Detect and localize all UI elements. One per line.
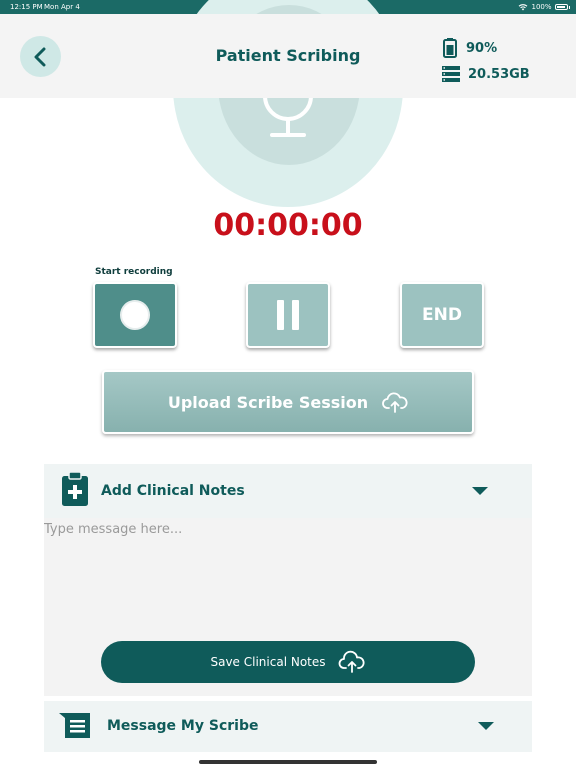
chevron-down-icon[interactable]: [472, 487, 488, 495]
pause-icon: [277, 300, 299, 330]
status-date: Mon Apr 4: [44, 3, 80, 11]
message-list-icon: [59, 713, 90, 738]
clinical-notes-title: Add Clinical Notes: [101, 483, 245, 499]
clinical-notes-input[interactable]: [44, 520, 532, 640]
status-battery-text: 100%: [531, 3, 552, 11]
record-icon: [120, 300, 150, 330]
storage-value: 20.53GB: [468, 66, 530, 82]
message-my-scribe-header[interactable]: Message My Scribe: [44, 701, 532, 752]
upload-scribe-session-button[interactable]: Upload Scribe Session: [102, 370, 474, 434]
end-button[interactable]: END: [400, 282, 484, 348]
home-indicator[interactable]: [199, 760, 377, 764]
status-time: 12:15 PM: [10, 3, 43, 11]
pause-button[interactable]: [246, 282, 330, 348]
save-clinical-notes-button[interactable]: Save Clinical Notes: [101, 641, 475, 683]
save-button-label: Save Clinical Notes: [210, 655, 326, 669]
clinical-notes-header[interactable]: Add Clinical Notes: [44, 464, 532, 518]
chevron-down-icon[interactable]: [478, 722, 494, 730]
device-stats: 90% 20.53GB: [442, 38, 530, 90]
end-button-label: END: [422, 305, 462, 325]
status-battery-tip: [568, 5, 570, 9]
cloud-upload-icon: [338, 650, 365, 673]
battery-level: 90%: [466, 40, 498, 56]
message-my-scribe-title: Message My Scribe: [107, 718, 259, 734]
battery-icon: [443, 38, 457, 58]
status-right: 100%: [518, 0, 570, 14]
storage-stat: 20.53GB: [442, 64, 530, 84]
recording-timer: 00:00:00: [213, 208, 363, 243]
upload-button-label: Upload Scribe Session: [167, 392, 369, 412]
clinical-notes-panel: Add Clinical Notes Save Clinical Notes: [44, 464, 532, 696]
clipboard-plus-icon: [62, 472, 88, 506]
status-battery-icon: [554, 4, 568, 10]
cloud-upload-icon: [382, 392, 408, 413]
record-button[interactable]: [93, 282, 177, 348]
start-recording-label: Start recording: [95, 267, 173, 277]
battery-stat: 90%: [442, 38, 530, 58]
header: Patient Scribing 90% 20.53GB: [0, 14, 576, 98]
storage-icon: [442, 66, 460, 82]
wifi-icon: [519, 4, 528, 11]
